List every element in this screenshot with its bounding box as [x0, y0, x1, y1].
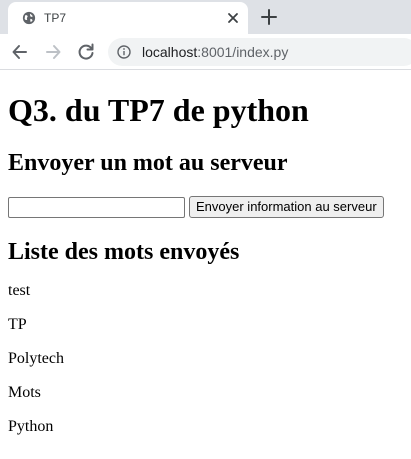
send-button[interactable]: Envoyer information au serveur [189, 196, 384, 218]
globe-icon [22, 11, 36, 25]
send-form: Envoyer information au serveur [8, 196, 403, 218]
url-host: localhost [142, 44, 198, 60]
browser-toolbar: localhost:8001/index.py [0, 34, 411, 70]
url-path: :8001/index.py [197, 44, 289, 60]
browser-tabstrip: TP7 [0, 0, 411, 34]
reload-icon[interactable] [76, 42, 96, 62]
list-heading: Liste des mots envoyés [8, 239, 240, 265]
list-item: Mots [8, 384, 41, 401]
info-icon[interactable] [117, 45, 131, 59]
send-heading: Envoyer un mot au serveur [8, 150, 288, 176]
arrow-left-icon[interactable] [10, 42, 30, 62]
url-text[interactable]: localhost:8001/index.py [142, 44, 288, 60]
page-title: Q3. du TP7 de python [8, 92, 309, 128]
address-bar[interactable]: localhost:8001/index.py [108, 38, 411, 66]
list-item: Polytech [8, 350, 64, 367]
word-input[interactable] [8, 197, 185, 218]
list-item: Python [8, 418, 54, 435]
close-icon[interactable] [226, 11, 240, 25]
word-list: test TP Polytech Mots Python [8, 282, 403, 436]
list-item: test [8, 282, 31, 299]
plus-icon[interactable] [260, 8, 278, 26]
tab-title: TP7 [44, 11, 67, 25]
list-item: TP [8, 316, 27, 333]
browser-tab[interactable]: TP7 [8, 2, 248, 34]
arrow-right-icon[interactable] [43, 42, 63, 62]
page-content: Q3. du TP7 de python Envoyer un mot au s… [8, 71, 403, 436]
